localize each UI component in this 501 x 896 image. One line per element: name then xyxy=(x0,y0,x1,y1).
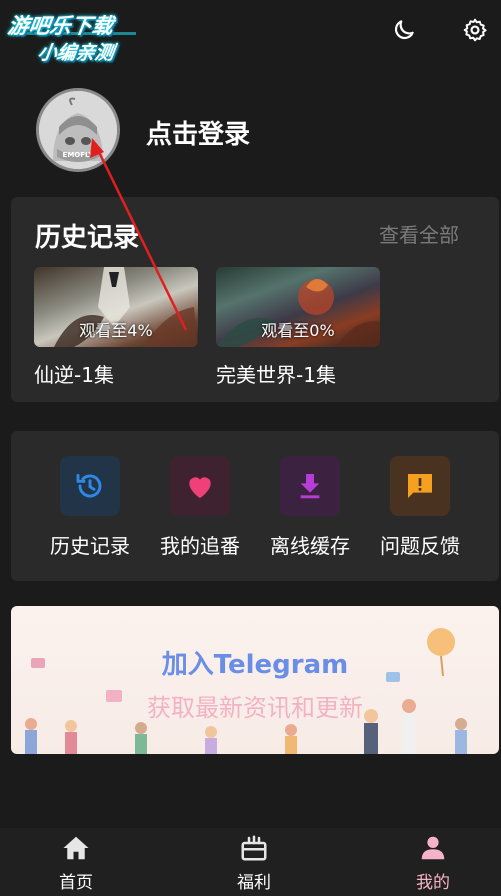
gear-icon xyxy=(463,18,487,42)
history-title: 历史记录 xyxy=(35,223,140,253)
episode-title[interactable]: 完美世界-1集 xyxy=(216,359,336,388)
watermark-line1: 游吧乐下载 xyxy=(6,14,115,38)
quick-menu-card: 历史记录 我的追番 离线缓存 问题反馈 xyxy=(11,431,499,581)
menu-label: 历史记录 xyxy=(50,534,130,558)
menu-label: 离线缓存 xyxy=(270,534,350,558)
menu-label: 问题反馈 xyxy=(380,534,460,558)
history-thumbnail[interactable]: 观看至0% xyxy=(216,267,380,347)
dark-mode-button[interactable] xyxy=(386,12,422,48)
episode-title[interactable]: 仙逆-1集 xyxy=(34,359,114,388)
history-icon xyxy=(60,456,120,516)
menu-offline-cache[interactable]: 离线缓存 xyxy=(255,456,365,566)
menu-label: 我的追番 xyxy=(160,534,240,558)
moon-icon xyxy=(394,20,414,40)
watermark-logo: 游吧乐下载 小编亲测 xyxy=(6,8,148,64)
nav-home[interactable]: 首页 xyxy=(36,834,116,893)
login-link[interactable]: 点击登录 xyxy=(146,114,250,151)
nav-label: 福利 xyxy=(237,873,271,893)
history-card: 历史记录 查看全部 观看至4% 仙逆-1集 观看至0% 完美世界-1集 xyxy=(11,197,499,402)
nav-label: 我的 xyxy=(416,873,450,893)
menu-history[interactable]: 历史记录 xyxy=(35,456,145,566)
home-icon xyxy=(63,836,89,860)
menu-feedback[interactable]: 问题反馈 xyxy=(365,456,475,566)
download-icon xyxy=(280,456,340,516)
watch-progress: 观看至0% xyxy=(261,321,335,340)
avatar[interactable]: EMOFLY xyxy=(36,88,120,172)
banner-title: 加入Telegram xyxy=(161,650,349,680)
history-thumbnail[interactable]: 观看至4% xyxy=(34,267,198,347)
feedback-icon xyxy=(390,456,450,516)
watch-progress: 观看至4% xyxy=(79,321,153,340)
user-icon xyxy=(421,836,445,860)
heart-icon xyxy=(170,456,230,516)
nav-welfare[interactable]: 福利 xyxy=(214,834,294,893)
nav-label: 首页 xyxy=(59,873,93,893)
view-all-link[interactable]: 查看全部 xyxy=(379,219,459,248)
nav-mine[interactable]: 我的 xyxy=(393,834,473,893)
banner-subtitle: 获取最新资讯和更新 xyxy=(147,694,363,722)
gift-icon xyxy=(241,835,267,861)
menu-favorites[interactable]: 我的追番 xyxy=(145,456,255,566)
bottom-navigation: 首页 福利 我的 xyxy=(0,828,501,896)
settings-button[interactable] xyxy=(457,12,493,48)
svg-text:EMOFLY: EMOFLY xyxy=(63,151,95,159)
telegram-banner[interactable]: 加入Telegram 获取最新资讯和更新 xyxy=(11,606,499,754)
avatar-illustration: EMOFLY xyxy=(39,91,117,169)
watermark-line2: 小编亲测 xyxy=(36,42,116,64)
